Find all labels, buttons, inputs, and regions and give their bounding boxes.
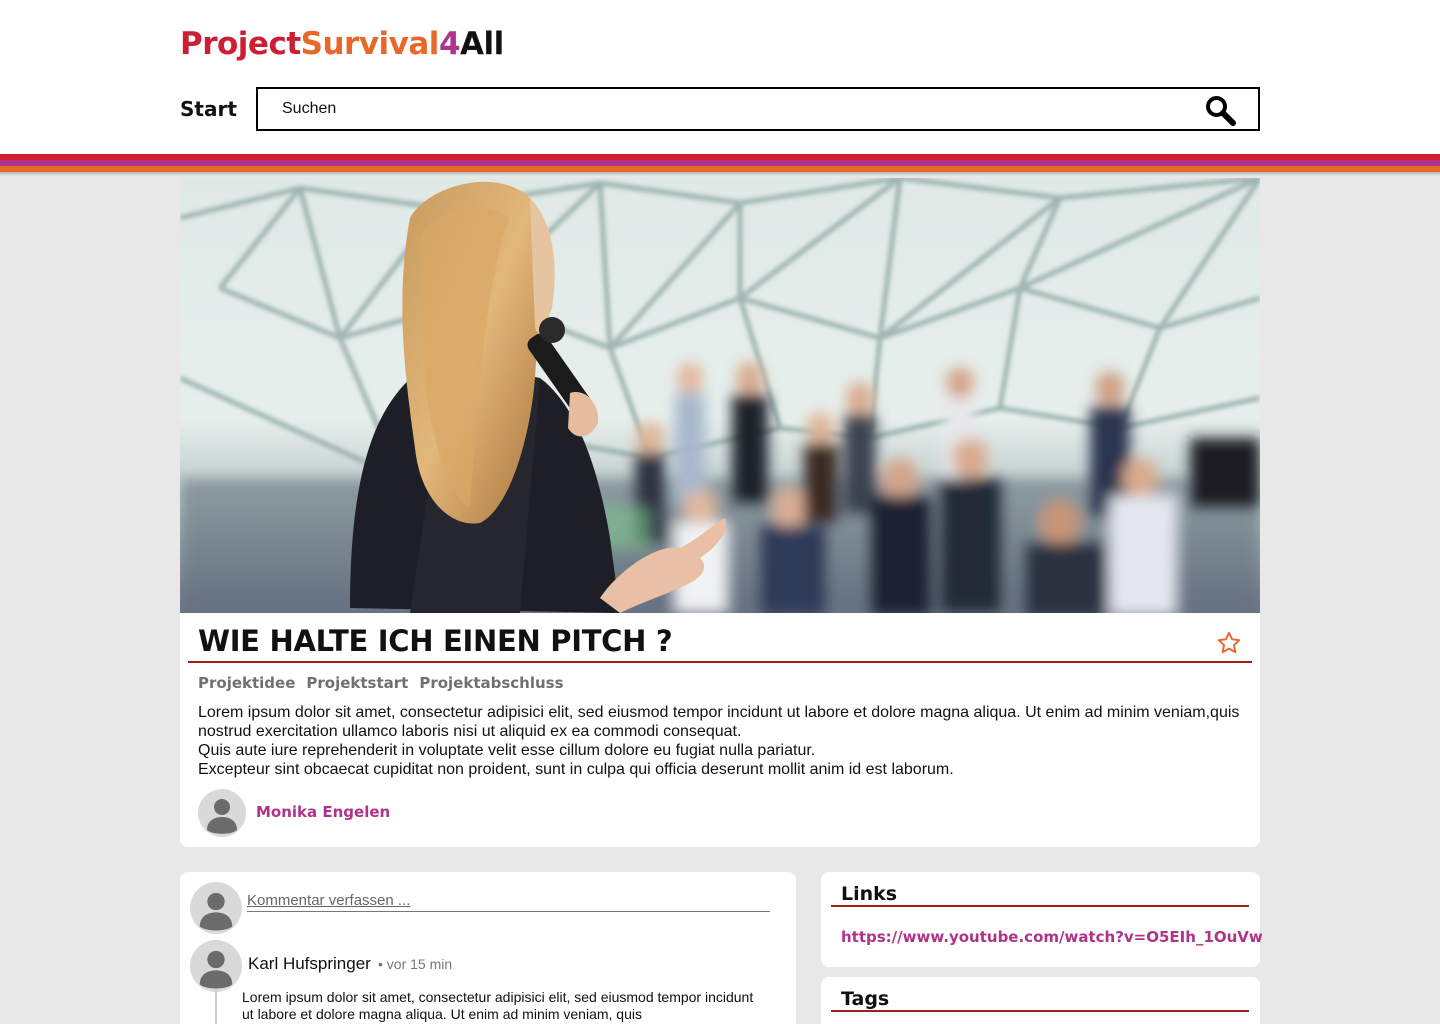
comment-timestamp: • vor 15 min <box>378 956 453 972</box>
article-body: Lorem ipsum dolor sit amet, consectetur … <box>198 703 1248 779</box>
links-divider <box>831 905 1249 907</box>
comment-thread-line <box>215 990 217 1024</box>
search-input[interactable] <box>282 98 1182 120</box>
article-title: WIE HALTE ICH EINEN PITCH ? <box>198 624 673 658</box>
link-item[interactable]: https://www.youtube.com/watch?v=O5EIh_1O… <box>841 928 1263 946</box>
links-panel: Links https://www.youtube.com/watch?v=O5… <box>821 872 1263 967</box>
category-list: Projektidee Projektstart Projektabschlus… <box>198 674 564 692</box>
links-title: Links <box>841 883 898 905</box>
favorite-star-icon[interactable] <box>1216 630 1242 656</box>
hero-image <box>180 178 1260 613</box>
tags-title: Tags <box>841 988 890 1010</box>
site-logo[interactable]: ProjectSurvival4All <box>180 26 504 62</box>
title-divider <box>188 661 1252 663</box>
comment-author[interactable]: Karl Hufspringer <box>248 954 371 974</box>
tags-divider <box>831 1010 1249 1012</box>
comment-text: Lorem ipsum dolor sit amet, consectetur … <box>242 989 754 1022</box>
category-projektstart[interactable]: Projektstart <box>306 674 408 692</box>
category-projektidee[interactable]: Projektidee <box>198 674 295 692</box>
site-header: ProjectSurvival4All Start <box>0 0 1440 155</box>
body-paragraph: Excepteur sint obcaecat cupiditat non pr… <box>198 761 954 778</box>
author-avatar-icon[interactable] <box>198 789 246 837</box>
body-paragraph: Quis aute iure reprehenderit in voluptat… <box>198 742 816 759</box>
search-bar <box>256 87 1260 131</box>
article-card: WIE HALTE ICH EINEN PITCH ? Projektidee … <box>180 178 1260 847</box>
body-paragraph: Lorem ipsum dolor sit amet, consectetur … <box>198 704 1240 740</box>
current-user-avatar-icon <box>190 882 242 934</box>
tags-panel: Tags <box>821 977 1260 1024</box>
search-icon[interactable] <box>1204 94 1236 126</box>
comments-panel: Karl Hufspringer • vor 15 min Lorem ipsu… <box>180 872 796 1024</box>
commenter-avatar-icon[interactable] <box>190 940 242 992</box>
nav-start-link[interactable]: Start <box>180 97 237 121</box>
author-name-link[interactable]: Monika Engelen <box>256 803 390 821</box>
category-projektabschluss[interactable]: Projektabschluss <box>419 674 563 692</box>
comment-input[interactable] <box>247 890 770 912</box>
